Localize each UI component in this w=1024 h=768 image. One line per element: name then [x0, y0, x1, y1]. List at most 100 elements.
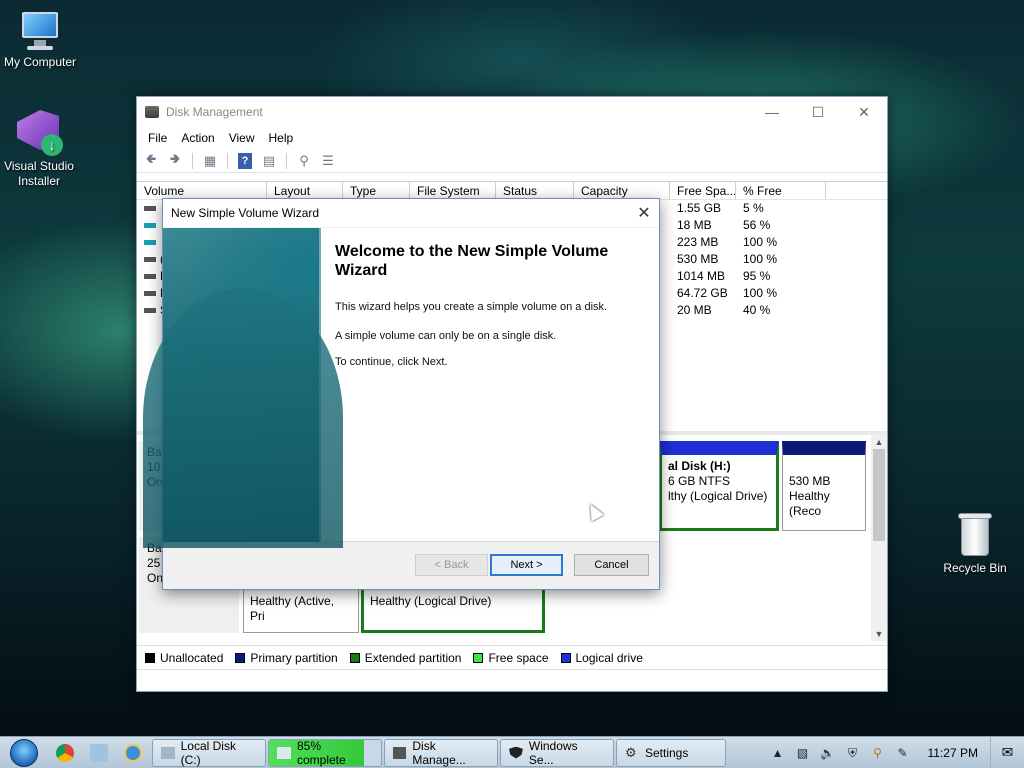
taskbar-button-settings[interactable]: ⚙ Settings [616, 738, 726, 767]
back-button[interactable]: < Back [415, 554, 488, 576]
taskbar-button-label: Windows Se... [528, 738, 578, 767]
back-arrow-icon[interactable]: 🢀 [141, 151, 161, 170]
dialog-footer: < Back Next > Cancel [163, 542, 659, 589]
wizard-intro-text: This wizard helps you create a simple vo… [335, 301, 608, 313]
next-button[interactable]: Next > [490, 554, 563, 576]
partition-status: Healthy (Active, Pri [250, 594, 335, 623]
scroll-down-icon[interactable]: ▼ [871, 627, 887, 641]
search-tray-icon[interactable]: ⚲ [870, 746, 886, 760]
wizard-info-text: A simple volume can only be on a single … [335, 330, 557, 342]
partition-logical-drive[interactable]: Healthy (Logical Drive) [361, 587, 545, 633]
list-view-icon[interactable]: ☰ [318, 152, 338, 170]
pinned-file-explorer[interactable] [82, 737, 116, 768]
drive-icon [144, 274, 156, 280]
show-hide-console-tree-icon[interactable]: ▦ [200, 152, 220, 170]
partition-status: lthy (Logical Drive) [668, 489, 768, 503]
computer-icon [18, 10, 62, 52]
new-simple-volume-wizard-dialog: New Simple Volume Wizard ✕ Welcome to th… [143, 198, 660, 590]
taskbar-button-label: Settings [645, 745, 689, 760]
desktop-icon-label: Visual Studio Installer [4, 159, 74, 188]
desktop-icon-visual-studio-installer[interactable]: ↓ Visual Studio Installer [0, 108, 79, 189]
dialog-title: New Simple Volume Wizard [171, 206, 320, 220]
percent-free-cell: 40 % [743, 303, 771, 317]
gear-icon: ⚙ [625, 744, 637, 760]
rescan-disks-icon[interactable]: ⚲ [294, 152, 314, 170]
file-explorer-icon [90, 743, 108, 762]
show-hidden-icons-chevron-icon[interactable]: ▲ [770, 746, 786, 760]
drive-icon [144, 223, 156, 229]
pinned-chrome[interactable] [48, 737, 82, 768]
dialog-titlebar[interactable]: New Simple Volume Wizard ✕ [163, 199, 659, 227]
status-bar [137, 669, 887, 691]
column-header-file-system[interactable]: File System [410, 182, 496, 199]
system-tray: ▲ ▧ 🔉 ⛨ ⚲ ✎ 11:27 PM [770, 746, 990, 760]
help-icon[interactable]: ? [235, 152, 255, 170]
wizard-banner-image [143, 228, 343, 548]
taskbar-button-copy-progress[interactable]: 85% complete [268, 738, 382, 767]
taskbar-button-disk-management[interactable]: Disk Manage... [384, 738, 498, 767]
column-header-free-space[interactable]: Free Spa... [670, 182, 736, 199]
legend-unallocated: Unallocated [145, 651, 223, 665]
shield-icon [509, 746, 523, 759]
partition-name: al Disk (H:) [668, 459, 731, 473]
dialog-close-icon[interactable]: ✕ [629, 203, 659, 223]
taskbar-button-label: 85% complete [297, 738, 346, 767]
taskbar-button-label: Local Disk (C:) [180, 738, 236, 767]
visual-studio-installer-icon: ↓ [15, 108, 63, 156]
desktop-icon-my-computer[interactable]: My Computer [0, 10, 80, 70]
scrollbar-thumb[interactable] [873, 449, 885, 541]
start-button[interactable] [0, 737, 48, 768]
free-space-cell: 20 MB [677, 303, 712, 317]
forward-arrow-icon[interactable]: 🢂 [165, 151, 185, 170]
percent-free-cell: 5 % [743, 201, 764, 215]
volume-icon[interactable]: 🔉 [820, 746, 836, 760]
menu-help[interactable]: Help [262, 131, 301, 145]
partition-status: Healthy (Reco [789, 489, 830, 518]
pinned-internet-explorer[interactable] [116, 737, 150, 768]
recycle-bin-icon [957, 512, 993, 558]
column-header-percent-free[interactable]: % Free [736, 182, 826, 199]
network-icon[interactable]: ▧ [795, 746, 811, 760]
free-space-cell: 530 MB [677, 252, 719, 266]
percent-free-cell: 100 % [743, 252, 778, 266]
column-header-status[interactable]: Status [496, 182, 574, 199]
column-header-volume[interactable]: Volume [137, 182, 267, 199]
maximize-button[interactable]: ☐ [795, 97, 841, 127]
desktop-icon-recycle-bin[interactable]: Recycle Bin [935, 512, 1015, 576]
menu-action[interactable]: Action [174, 131, 221, 145]
partition-size: 6 GB NTFS [668, 474, 731, 488]
close-button[interactable]: ✕ [841, 97, 887, 127]
window-titlebar[interactable]: Disk Management — ☐ ✕ [137, 97, 887, 127]
scroll-up-icon[interactable]: ▲ [871, 435, 887, 449]
toolbar: 🢀 🢂 ▦ ? ▤ ⚲ ☰ [137, 149, 887, 173]
column-header-capacity[interactable]: Capacity [574, 182, 670, 199]
pen-workspace-icon[interactable]: ✎ [895, 746, 911, 760]
properties-icon[interactable]: ▤ [259, 152, 279, 170]
column-header-layout[interactable]: Layout [267, 182, 343, 199]
taskbar: Local Disk (C:) 85% complete Disk Manage… [0, 736, 1024, 768]
partition-local-disk-h[interactable]: al Disk (H:) 6 GB NTFS lthy (Logical Dri… [659, 441, 779, 531]
menu-view[interactable]: View [222, 131, 262, 145]
taskbar-button-local-disk[interactable]: Local Disk (C:) [152, 738, 266, 767]
action-center-icon: ✉ [1001, 744, 1014, 760]
legend-swatch [560, 652, 571, 663]
partition-active-primary[interactable]: Healthy (Active, Pri [243, 587, 359, 633]
disk-map-scrollbar[interactable]: ▲ ▼ [871, 435, 887, 641]
percent-free-cell: 100 % [743, 286, 778, 300]
column-header-type[interactable]: Type [343, 182, 410, 199]
security-shield-icon[interactable]: ⛨ [845, 746, 861, 760]
copy-progress-icon [277, 746, 291, 759]
clock[interactable]: 11:27 PM [920, 746, 986, 760]
partition-recovery[interactable]: 530 MB Healthy (Reco [782, 441, 866, 531]
partition-size: 530 MB [789, 474, 831, 488]
menu-file[interactable]: File [141, 131, 174, 145]
legend-swatch [235, 652, 246, 663]
free-space-cell: 64.72 GB [677, 286, 728, 300]
partition-legend: Unallocated Primary partition Extended p… [137, 645, 887, 669]
taskbar-button-windows-security[interactable]: Windows Se... [500, 738, 614, 767]
cancel-button[interactable]: Cancel [574, 554, 649, 576]
percent-free-cell: 95 % [743, 269, 771, 283]
disk-management-app-icon [393, 746, 407, 759]
notifications-button[interactable]: ✉ [990, 736, 1024, 768]
minimize-button[interactable]: — [749, 97, 795, 127]
